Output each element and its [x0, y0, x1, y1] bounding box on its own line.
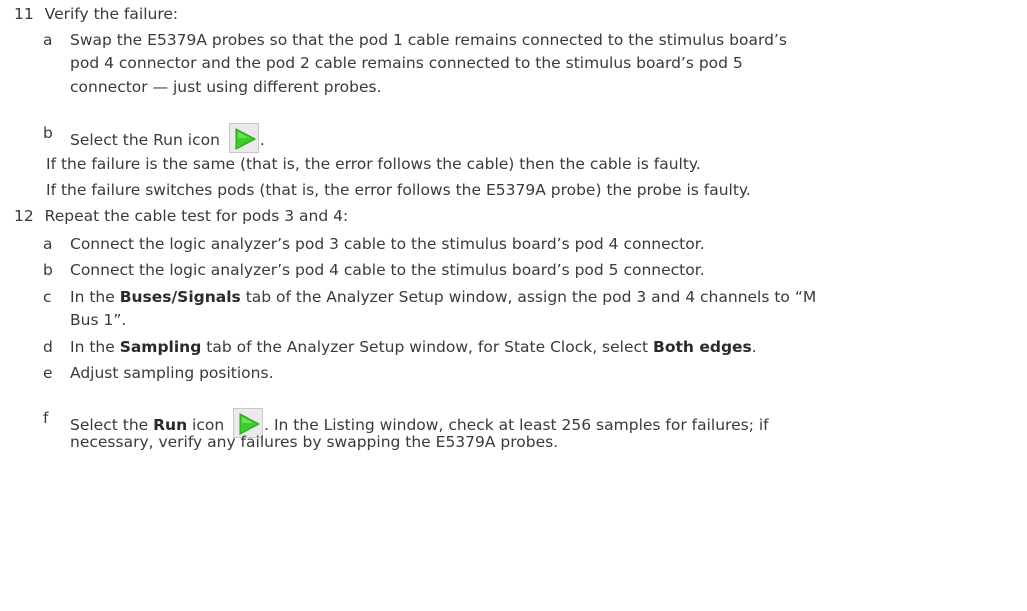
substep-11b: Select the Run icon . [70, 123, 265, 153]
substep-12f-letter: f [43, 409, 49, 427]
substep-after: . [259, 131, 265, 149]
step-number: 12 [14, 207, 34, 225]
substep-letter: a [43, 31, 53, 49]
substep-12d-letter: d [43, 338, 53, 356]
note-probe-faulty: If the failure switches pods (that is, t… [46, 181, 751, 199]
substep-11b-letter: b [43, 124, 53, 142]
substep-text: Select the Run icon [70, 131, 220, 149]
substep-11a-line2: pod 4 connector and the pod 2 cable rema… [70, 54, 743, 72]
substep-12c-line2: Bus 1”. [70, 311, 127, 329]
run-icon [228, 123, 259, 153]
substep-12e: Adjust sampling positions. [70, 364, 274, 382]
substep-11a-line1: Swap the E5379A probes so that the pod 1… [70, 31, 787, 49]
note-cable-faulty: If the failure is the same (that is, the… [46, 155, 701, 173]
text-segment: tab of the Analyzer Setup window, for St… [201, 338, 654, 356]
tab-name-sampling: Sampling [119, 338, 202, 356]
option-both-edges: Both edges [653, 338, 752, 356]
substep-11a-line3: connector — just using different probes. [70, 78, 382, 96]
step-number: 11 [14, 5, 34, 23]
substep-12a-letter: a [43, 235, 53, 253]
substep-12b-letter: b [43, 261, 53, 279]
text-segment: . [751, 338, 757, 356]
substep-12c: In the Buses/Signals tab of the Analyzer… [70, 287, 816, 307]
text-segment: In the [70, 288, 120, 306]
step-text: Verify the failure: [44, 5, 179, 23]
tab-name-buses-signals: Buses/Signals [119, 288, 241, 306]
substep-12b: Connect the logic analyzer’s pod 4 cable… [70, 261, 705, 279]
substep-11a: a [43, 30, 53, 50]
substep-12f-line2: necessary, verify any failures by swappi… [70, 433, 559, 451]
text-segment: In the [70, 338, 120, 356]
step-12: 12 Repeat the cable test for pods 3 and … [14, 206, 348, 226]
step-text: Repeat the cable test for pods 3 and 4: [44, 207, 349, 225]
text-segment: tab of the Analyzer Setup window, assign… [240, 288, 817, 306]
substep-12a: Connect the logic analyzer’s pod 3 cable… [70, 235, 705, 253]
substep-12d: In the Sampling tab of the Analyzer Setu… [70, 337, 757, 357]
step-11: 11 Verify the failure: [14, 4, 178, 24]
substep-12c-letter: c [43, 288, 52, 306]
substep-12e-letter: e [43, 364, 53, 382]
